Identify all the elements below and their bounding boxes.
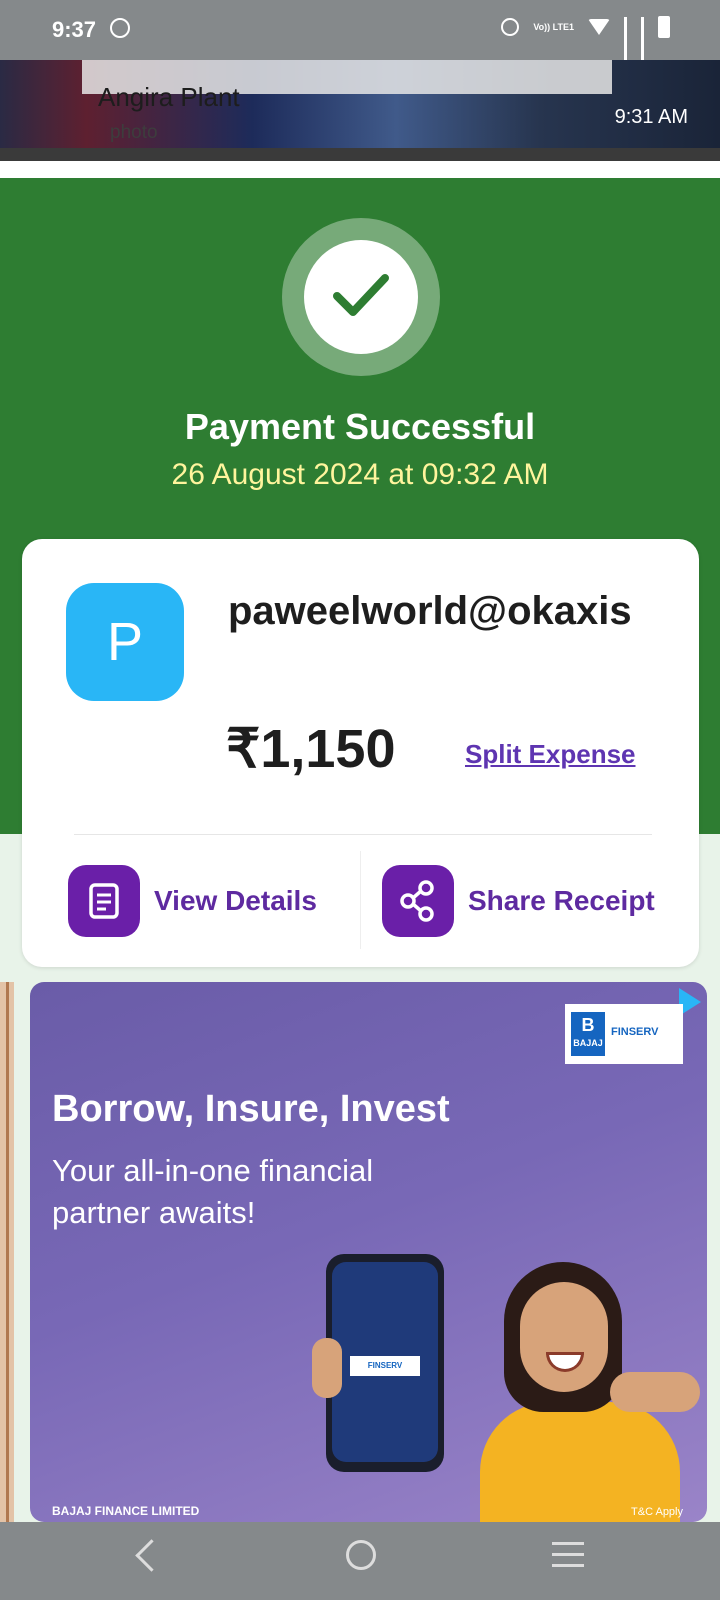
payment-datetime: 26 August 2024 at 09:32 AM — [171, 458, 549, 491]
brand-mark-letter: B — [581, 1015, 595, 1035]
split-expense-link[interactable]: Split Expense — [465, 739, 636, 770]
ad-banner[interactable]: B BAJAJ FINSERV Borrow, Insure, Invest Y… — [30, 982, 707, 1522]
share-receipt-label: Share Receipt — [468, 885, 655, 916]
back-icon[interactable] — [135, 1539, 168, 1572]
divider — [0, 148, 720, 178]
home-icon[interactable] — [346, 1540, 376, 1570]
status-icons: Vo)) LTE1 — [501, 16, 670, 66]
share-receipt-button[interactable]: Share Receipt — [382, 865, 655, 937]
system-nav-bar — [0, 1522, 720, 1600]
recent-apps-icon[interactable] — [552, 1542, 584, 1575]
volte-icon: Vo)) LTE1 — [533, 21, 574, 32]
notification-subtitle: photo — [110, 122, 158, 143]
payment-status-title: Payment Successful — [184, 406, 536, 447]
brand-logo: B BAJAJ FINSERV — [565, 1004, 683, 1064]
ad-phone-image: FINSERV — [326, 1254, 444, 1472]
payee-upi-id: paweelworld@okaxis — [228, 589, 632, 633]
phone-brand-logo: FINSERV — [350, 1356, 420, 1376]
avatar: P — [66, 583, 184, 701]
ad-footer-terms: T&C Apply — [631, 1506, 683, 1518]
payment-card: P paweelworld@okaxis ₹1,150 Split Expens… — [22, 539, 699, 967]
whatsapp-icon — [110, 18, 130, 38]
wifi-icon — [588, 19, 610, 35]
brand-name: FINSERV — [611, 1026, 659, 1038]
carousel-peek[interactable] — [0, 982, 14, 1522]
divider — [74, 834, 652, 835]
notification-time: 9:31 AM — [614, 106, 688, 128]
signal-icon — [624, 17, 627, 66]
view-details-button[interactable]: View Details — [68, 865, 317, 937]
ad-person-image — [312, 1252, 700, 1522]
ad-headline: Borrow, Insure, Invest — [52, 1088, 450, 1130]
brand-mark-name: BAJAJ — [573, 1038, 603, 1048]
checkmark-icon — [333, 274, 389, 316]
notification-banner[interactable]: Angira Plant photo 9:31 AM — [0, 60, 720, 148]
view-details-label: View Details — [154, 885, 317, 916]
alarm-icon — [501, 18, 520, 36]
notification-title: Angira Plant — [98, 82, 240, 112]
payment-amount: ₹1,150 — [226, 719, 396, 779]
success-badge — [282, 218, 440, 376]
receipt-icon — [68, 865, 140, 937]
share-icon — [382, 865, 454, 937]
signal-icon — [641, 17, 644, 66]
status-bar: 9:37 Vo)) LTE1 — [0, 0, 720, 66]
divider — [360, 851, 361, 949]
status-time: 9:37 — [52, 17, 97, 42]
ad-footer-legal: BAJAJ FINANCE LIMITED — [52, 1504, 200, 1518]
battery-icon — [658, 16, 670, 38]
brand-mark: B BAJAJ — [571, 1012, 605, 1056]
ad-subline: Your all-in-one financial partner awaits… — [52, 1153, 374, 1230]
success-circle — [304, 240, 418, 354]
